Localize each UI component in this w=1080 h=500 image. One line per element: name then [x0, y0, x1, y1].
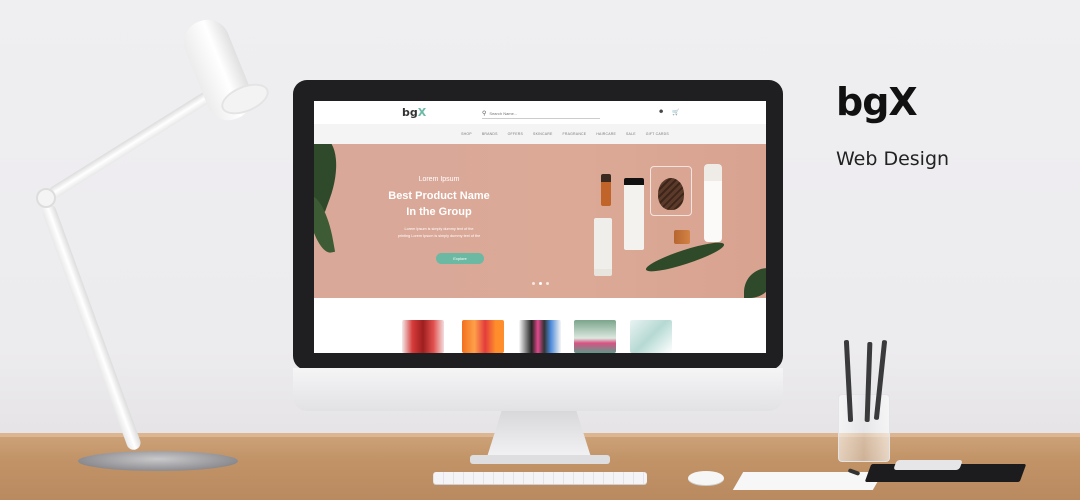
hero-title-line: In the Group: [406, 206, 472, 218]
lamp-joint: [36, 188, 56, 208]
carousel-dot-active[interactable]: [539, 282, 542, 285]
product-strip: [314, 298, 766, 353]
pinecone: [658, 178, 684, 210]
product-thumbnail[interactable]: [519, 320, 561, 353]
search-input[interactable]: [489, 110, 590, 116]
hero-kicker: Lorem Ipsum: [418, 176, 460, 183]
search-icon: ⚲: [482, 110, 487, 117]
hero-desc-line: Lorem Ipsum is simply dummy text of the: [404, 227, 474, 231]
website-screen: bgX ⚲ ☻ 🛒 Shop Brands Offers Skincare Fr…: [314, 101, 766, 353]
mouse: [688, 471, 724, 485]
product-thumbnail[interactable]: [630, 320, 672, 353]
user-icon[interactable]: ☻: [658, 109, 664, 116]
nav-item-shop[interactable]: Shop: [461, 132, 472, 136]
logo-accent: X: [417, 106, 427, 119]
monitor-foot: [470, 455, 610, 464]
paper-sheet: [732, 472, 884, 490]
main-nav: Shop Brands Offers Skincare Fragrance Ha…: [314, 124, 766, 144]
lamp-pole-lower: [40, 202, 143, 452]
phone: [893, 460, 963, 470]
keyboard: [433, 472, 647, 484]
monitor-stand: [487, 411, 591, 457]
product-thumbnail[interactable]: [574, 320, 616, 353]
serum-bottle: [674, 230, 690, 244]
lamp-base: [78, 451, 238, 471]
pencil-cup: [838, 394, 890, 462]
header-icons: ☻ 🛒: [658, 109, 680, 116]
search-bar[interactable]: ⚲: [482, 108, 600, 119]
site-logo[interactable]: bgX: [402, 106, 426, 119]
brand-name: bgX: [836, 80, 918, 124]
carousel-dots: [532, 282, 549, 285]
site-header: bgX ⚲ ☻ 🛒: [314, 101, 766, 124]
tube: [624, 178, 644, 250]
monitor-chin: [293, 368, 783, 411]
nav-item-haircare[interactable]: Haircare: [596, 132, 616, 136]
product-thumbnail[interactable]: [462, 320, 504, 353]
carousel-dot[interactable]: [532, 282, 535, 285]
nav-item-fragrance[interactable]: Fragrance: [563, 132, 587, 136]
leaf-decoration: [744, 268, 766, 298]
hero-desc-line: printing Lorem Ipsum is simply dummy tex…: [397, 234, 481, 238]
hero-description: Lorem Ipsum is simply dummy text of the …: [314, 226, 564, 240]
nav-item-skincare[interactable]: Skincare: [533, 132, 553, 136]
hero-title-line: Best Product Name: [388, 190, 490, 202]
hero-banner: Lorem Ipsum Best Product Name In the Gro…: [314, 144, 766, 298]
hero-title: Best Product Name In the Group: [314, 188, 564, 220]
nav-item-brands[interactable]: Brands: [482, 132, 498, 136]
serum-bottle: [601, 174, 611, 206]
nav-item-sale[interactable]: Sale: [626, 132, 636, 136]
nav-item-gift-cards[interactable]: Gift Cards: [646, 132, 669, 136]
product-thumbnail[interactable]: [402, 320, 444, 353]
carousel-dot[interactable]: [546, 282, 549, 285]
cart-icon[interactable]: 🛒: [672, 109, 679, 116]
dropper-bottle: [704, 164, 722, 242]
tube: [594, 218, 612, 276]
brand-tagline: Web Design: [836, 148, 950, 170]
explore-button[interactable]: Explore: [436, 253, 484, 264]
logo-main: bg: [402, 106, 418, 119]
nav-item-offers[interactable]: Offers: [508, 132, 523, 136]
